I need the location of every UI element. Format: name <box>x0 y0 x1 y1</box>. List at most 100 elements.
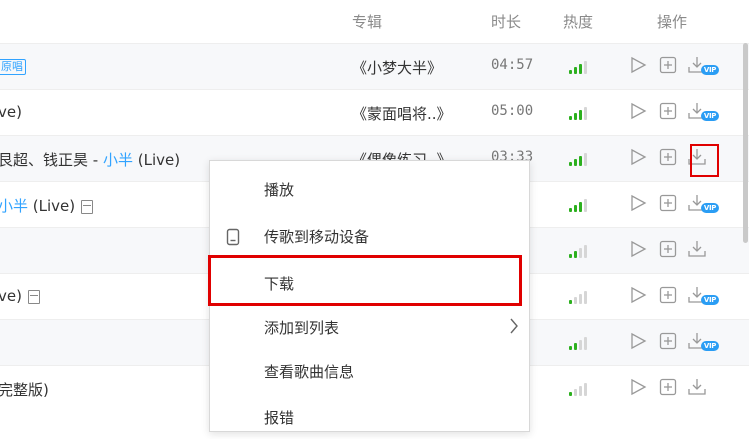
heat-indicator-icon <box>569 382 599 396</box>
add-to-list-icon[interactable] <box>658 55 680 77</box>
heat-indicator-icon <box>569 336 599 350</box>
heat-bar <box>579 156 582 166</box>
heat-bar <box>574 67 577 74</box>
album-name[interactable]: 《蒙面唱将..》 <box>352 103 452 124</box>
menu-item-transfer-to-device[interactable]: 传歌到移动设备 <box>210 214 529 258</box>
column-header-album[interactable]: 专辑 <box>352 11 382 32</box>
add-to-list-icon[interactable] <box>658 331 680 353</box>
play-icon[interactable] <box>628 101 650 123</box>
heat-bar <box>579 110 582 120</box>
menu-item-label: 播放 <box>264 181 295 199</box>
play-icon[interactable] <box>628 331 650 353</box>
heat-bar <box>574 297 577 304</box>
heat-bar <box>569 300 572 304</box>
add-to-list-icon[interactable] <box>658 285 680 307</box>
heat-bar <box>574 389 577 396</box>
heat-indicator-icon <box>569 60 599 74</box>
heat-bar <box>569 346 572 350</box>
download-icon[interactable] <box>687 239 721 261</box>
vip-badge: VIP <box>701 65 719 75</box>
song-title: ve) <box>0 287 40 305</box>
song-title-text: ve) <box>0 103 22 121</box>
scrollbar[interactable] <box>741 43 749 243</box>
heat-bar <box>579 294 582 304</box>
table-header: 专辑 时长 热度 操作 <box>0 0 749 43</box>
heat-bar <box>579 64 582 74</box>
heat-bar <box>579 202 582 212</box>
heat-bar <box>569 208 572 212</box>
heat-bar <box>569 116 572 120</box>
play-icon[interactable] <box>628 147 650 169</box>
add-to-list-icon[interactable] <box>658 101 680 123</box>
play-icon[interactable] <box>628 55 650 77</box>
mv-icon[interactable] <box>27 289 40 304</box>
download-icon[interactable]: VIP <box>687 55 721 77</box>
menu-item-song-info[interactable]: 查看歌曲信息 <box>210 349 529 393</box>
menu-item-report-error[interactable]: 报错 <box>210 395 529 439</box>
artist-link[interactable]: 小半 <box>103 151 133 169</box>
play-icon[interactable] <box>628 377 650 399</box>
menu-item-label: 查看歌曲信息 <box>264 363 355 381</box>
play-icon[interactable] <box>628 193 650 215</box>
vip-badge: VIP <box>701 203 719 213</box>
table-row[interactable]: ve) 《蒙面唱将..》 05:00 VIP <box>0 89 749 135</box>
vip-badge: VIP <box>701 111 719 121</box>
heat-bar <box>579 248 582 258</box>
download-icon[interactable]: VIP <box>687 331 721 353</box>
heat-bar <box>574 251 577 258</box>
heat-indicator-icon <box>569 244 599 258</box>
heat-bar <box>574 113 577 120</box>
download-icon[interactable]: VIP <box>687 193 721 215</box>
song-title-text: ve) <box>0 287 22 305</box>
heat-bar <box>579 386 582 396</box>
song-title-suffix: (Live) <box>132 151 181 169</box>
song-title-text: 艮超、钱正昊 - <box>0 151 103 169</box>
download-menu-highlight <box>208 255 522 306</box>
menu-item-label: 传歌到移动设备 <box>264 228 370 246</box>
song-title: 艮超、钱正昊 - 小半 (Live) <box>0 149 180 170</box>
mv-icon[interactable] <box>81 199 94 214</box>
add-to-list-icon[interactable] <box>658 193 680 215</box>
heat-bar <box>584 291 587 304</box>
menu-item-play[interactable]: 播放 <box>210 167 529 211</box>
song-title-suffix: (Live) <box>28 197 76 215</box>
heat-indicator-icon <box>569 106 599 120</box>
heat-bar <box>569 392 572 396</box>
heat-indicator-icon <box>569 290 599 304</box>
song-title: 完整版) <box>0 379 49 400</box>
vip-badge: VIP <box>701 341 719 351</box>
menu-item-add-to-list[interactable]: 添加到列表 <box>210 305 529 349</box>
heat-bar <box>574 343 577 350</box>
heat-bar <box>584 383 587 396</box>
scrollbar-thumb[interactable] <box>743 43 748 243</box>
download-icon[interactable] <box>687 377 721 399</box>
song-title: 原唱 <box>0 57 26 75</box>
mobile-device-icon <box>226 228 240 250</box>
heat-bar <box>584 245 587 258</box>
column-header-duration[interactable]: 时长 <box>491 11 521 32</box>
add-to-list-icon[interactable] <box>658 147 680 169</box>
song-title: 小半 (Live) <box>0 195 94 216</box>
heat-indicator-icon <box>569 198 599 212</box>
play-icon[interactable] <box>628 285 650 307</box>
column-header-heat[interactable]: 热度 <box>563 11 593 32</box>
column-header-actions: 操作 <box>657 13 688 31</box>
download-icon[interactable]: VIP <box>687 285 721 307</box>
download-icon[interactable]: VIP <box>687 101 721 123</box>
add-to-list-icon[interactable] <box>658 377 680 399</box>
duration: 05:00 <box>491 103 534 119</box>
song-title: ve) <box>0 103 22 121</box>
heat-bar <box>584 107 587 120</box>
artist-link[interactable]: 小半 <box>0 197 28 215</box>
play-icon[interactable] <box>628 239 650 261</box>
chevron-right-icon <box>509 317 519 339</box>
add-to-list-icon[interactable] <box>658 239 680 261</box>
menu-item-label: 报错 <box>264 409 295 427</box>
menu-item-label: 添加到列表 <box>264 319 340 337</box>
heat-indicator-icon <box>569 152 599 166</box>
heat-bar <box>574 159 577 166</box>
table-row[interactable]: 原唱 《小梦大半》 04:57 VIP <box>0 43 749 89</box>
vip-badge: VIP <box>701 295 719 305</box>
album-name[interactable]: 《小梦大半》 <box>352 57 442 78</box>
heat-bar <box>584 199 587 212</box>
